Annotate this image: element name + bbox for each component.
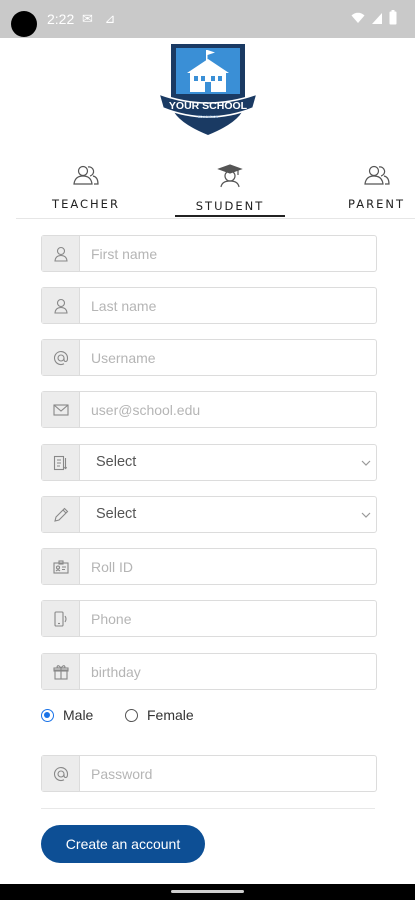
svg-text:YOUR SCHOOL: YOUR SCHOOL <box>169 100 248 112</box>
class-select[interactable]: Select <box>41 444 377 481</box>
tab-student-label: STUDENT <box>195 199 265 213</box>
school-logo: YOUR SCHOOL EDUCATION <box>157 42 259 137</box>
tab-teacher-label: TEACHER <box>52 197 120 211</box>
tab-parent[interactable]: PARENT <box>338 160 415 218</box>
phone-field <box>41 600 377 637</box>
notification-icons: ✉ ⊿ <box>82 11 120 26</box>
gift-icon <box>42 654 80 689</box>
class-icon <box>42 445 80 480</box>
home-gesture-handle[interactable] <box>171 890 244 893</box>
navigation-bar <box>0 884 415 900</box>
teacher-icon <box>46 164 126 191</box>
tab-teacher[interactable]: TEACHER <box>46 160 126 218</box>
at-icon <box>42 756 80 791</box>
birthday-field <box>41 653 377 690</box>
gender-female-label: Female <box>147 707 194 723</box>
gender-radio-group: Male Female <box>41 707 281 731</box>
user-icon <box>42 288 80 323</box>
camera-cutout <box>11 11 37 37</box>
system-icons <box>351 10 397 30</box>
password-input[interactable] <box>80 756 376 791</box>
id-card-icon <box>42 549 80 584</box>
pencil-icon <box>42 497 80 532</box>
role-tabs: TEACHER STUDENT PARENT <box>16 160 415 219</box>
status-bar: 2:22 ✉ ⊿ <box>0 0 415 38</box>
battery-icon <box>389 10 397 30</box>
envelope-icon <box>42 392 80 427</box>
last-name-input[interactable] <box>80 288 376 323</box>
signal-icon <box>371 11 383 30</box>
username-input[interactable] <box>80 340 376 375</box>
gender-female-radio[interactable]: Female <box>125 707 194 723</box>
parent-icon <box>338 164 415 191</box>
section-select-value: Select <box>96 506 137 522</box>
wifi-icon <box>351 11 365 30</box>
form-divider <box>41 808 375 809</box>
roll-id-field <box>41 548 377 585</box>
password-field <box>41 755 377 792</box>
chevron-down-icon <box>360 508 372 526</box>
last-name-field <box>41 287 377 324</box>
roll-id-input[interactable] <box>80 549 376 584</box>
radio-checked-icon <box>41 708 54 722</box>
gender-male-label: Male <box>63 707 94 723</box>
user-icon <box>42 236 80 271</box>
birthday-input[interactable] <box>80 654 376 689</box>
email-field <box>41 391 377 428</box>
class-select-value: Select <box>96 454 137 470</box>
first-name-input[interactable] <box>80 236 376 271</box>
active-tab-indicator <box>175 215 285 217</box>
phone-input[interactable] <box>80 601 376 636</box>
radio-unchecked-icon <box>125 708 138 722</box>
email-input[interactable] <box>80 392 376 427</box>
gender-male-radio[interactable]: Male <box>41 707 93 723</box>
student-graduate-icon <box>176 164 284 193</box>
svg-text:EDUCATION: EDUCATION <box>198 115 219 119</box>
at-icon <box>42 340 80 375</box>
phone-icon <box>42 601 80 636</box>
status-time: 2:22 <box>47 11 75 27</box>
create-account-button[interactable]: Create an account <box>41 825 205 863</box>
first-name-field <box>41 235 377 272</box>
tab-parent-label: PARENT <box>348 197 405 211</box>
chevron-down-icon <box>360 456 372 474</box>
username-field <box>41 339 377 376</box>
section-select[interactable]: Select <box>41 496 377 533</box>
tab-student[interactable]: STUDENT <box>176 160 284 218</box>
